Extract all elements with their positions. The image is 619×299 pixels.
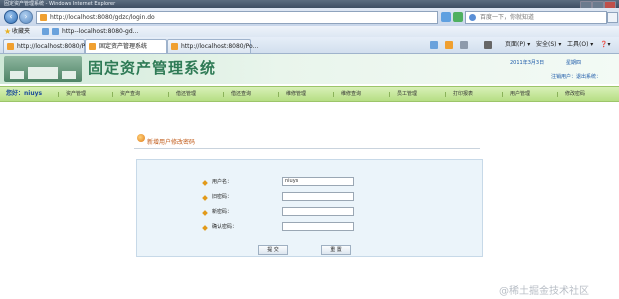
home-icon[interactable] xyxy=(430,41,438,49)
window-title: 固定资产管理系统 - Windows Internet Explorer xyxy=(4,1,116,7)
current-weekday: 星期四 xyxy=(566,60,582,66)
logo-wing-right xyxy=(62,71,76,79)
menu-borrow-query[interactable]: 借还查询 xyxy=(222,87,251,101)
new-password-label: 新密码： xyxy=(212,209,233,215)
title-divider xyxy=(134,148,480,149)
logo-building xyxy=(28,67,58,79)
favorites-button[interactable]: 收藏夹 xyxy=(12,26,30,37)
password-form: 用户名： niuys 旧密码： 新密码： 确认密码： 提 交 重 置 xyxy=(136,159,483,257)
window-title-bar: 固定资产管理系统 - Windows Internet Explorer xyxy=(0,0,619,9)
submit-button[interactable]: 提 交 xyxy=(258,245,288,255)
confirm-password-label: 确认密码： xyxy=(212,224,238,230)
favorite-link-icon xyxy=(52,28,59,35)
favorites-star-icon[interactable]: ★ xyxy=(4,27,11,36)
tab-1[interactable]: http://localhost:8080/Po... xyxy=(3,39,94,53)
tab-label: http://localhost:8080/Po... xyxy=(17,43,95,50)
confirm-password-field[interactable] xyxy=(282,222,354,231)
watermark: @稀土掘金技术社区 xyxy=(499,286,589,297)
menu-print-report[interactable]: 打印报表 xyxy=(444,87,473,101)
address-bar[interactable]: http://localhost:8080/gdzc/login.do xyxy=(36,11,438,24)
main-menu-bar: 您好：niuys 资产管理 资产查询 借还管理 借还查询 维修管理 维修查询 员… xyxy=(0,86,619,102)
tab-page-icon xyxy=(89,43,96,50)
menu-employee-management[interactable]: 员工管理 xyxy=(388,87,417,101)
search-input[interactable]: 百度一下，你就知道 xyxy=(465,11,607,24)
tab-bar: http://localhost:8080/Po... 固定资产管理系统 htt… xyxy=(0,37,619,54)
bullet-icon xyxy=(202,195,208,201)
old-password-field[interactable] xyxy=(282,192,354,201)
feeds-icon[interactable] xyxy=(445,41,453,49)
current-date: 2011年3月3日 xyxy=(510,60,545,66)
tab-3[interactable]: http://localhost:8080/Po... xyxy=(167,39,258,53)
help-menu[interactable]: ❓▾ xyxy=(600,40,610,50)
compat-view-icon[interactable] xyxy=(441,12,451,22)
bullet-icon xyxy=(202,210,208,216)
forward-icon[interactable]: › xyxy=(19,10,33,24)
address-toolbar: ‹ › http://localhost:8080/gdzc/login.do … xyxy=(0,8,619,26)
search-provider-icon xyxy=(469,14,476,21)
bullet-icon xyxy=(202,180,208,186)
favorite-link[interactable]: http--localhost:8080-gd... xyxy=(62,26,138,37)
tab-label: http://localhost:8080/Po... xyxy=(181,43,259,50)
search-placeholder: 百度一下，你就知道 xyxy=(480,14,535,21)
menu-change-password[interactable]: 修改密码 xyxy=(556,87,585,101)
tab-page-icon xyxy=(171,43,178,50)
username-label: 用户名： xyxy=(212,179,233,185)
new-password-field[interactable] xyxy=(282,207,354,216)
tab-2-active[interactable]: 固定资产管理系统 xyxy=(85,39,167,53)
old-password-label: 旧密码： xyxy=(212,194,233,200)
menu-borrow-management[interactable]: 借还管理 xyxy=(167,87,196,101)
system-title: 固定资产管理系统 xyxy=(88,59,217,77)
tab-label: 固定资产管理系统 xyxy=(99,43,148,50)
back-icon[interactable]: ‹ xyxy=(4,10,18,24)
search-icon[interactable] xyxy=(607,12,618,23)
safety-menu[interactable]: 安全(S) ▾ xyxy=(536,40,561,50)
reset-button[interactable]: 重 置 xyxy=(321,245,351,255)
logout-links[interactable]: 注销用户：退出系统： xyxy=(551,73,601,80)
tab-page-icon xyxy=(7,43,14,50)
page-icon xyxy=(40,14,47,21)
building-logo-icon xyxy=(4,56,82,82)
form-title: 新增用户修改密码 xyxy=(147,139,196,146)
refresh-icon[interactable] xyxy=(453,12,463,22)
tools-menu[interactable]: 工具(O) ▾ xyxy=(567,40,593,50)
print-icon[interactable] xyxy=(484,41,492,49)
username-field[interactable]: niuys xyxy=(282,177,354,186)
bullet-icon xyxy=(202,225,208,231)
menu-asset-query[interactable]: 资产查询 xyxy=(111,87,140,101)
form-title-icon xyxy=(137,134,145,142)
user-greeting: 您好：niuys xyxy=(6,90,43,97)
menu-repair-management[interactable]: 维修管理 xyxy=(277,87,306,101)
address-text: http://localhost:8080/gdzc/login.do xyxy=(50,14,155,21)
page-menu[interactable]: 页面(P) ▾ xyxy=(505,40,530,50)
add-favorite-icon[interactable] xyxy=(42,28,49,35)
menu-repair-query[interactable]: 维修查询 xyxy=(332,87,361,101)
menu-asset-management[interactable]: 资产管理 xyxy=(57,87,86,101)
site-header: 固定资产管理系统 2011年3月3日 星期四 注销用户：退出系统： xyxy=(0,54,619,84)
logo-wing-left xyxy=(10,71,24,79)
menu-user-management[interactable]: 用户管理 xyxy=(501,87,530,101)
mail-icon[interactable] xyxy=(460,41,468,49)
